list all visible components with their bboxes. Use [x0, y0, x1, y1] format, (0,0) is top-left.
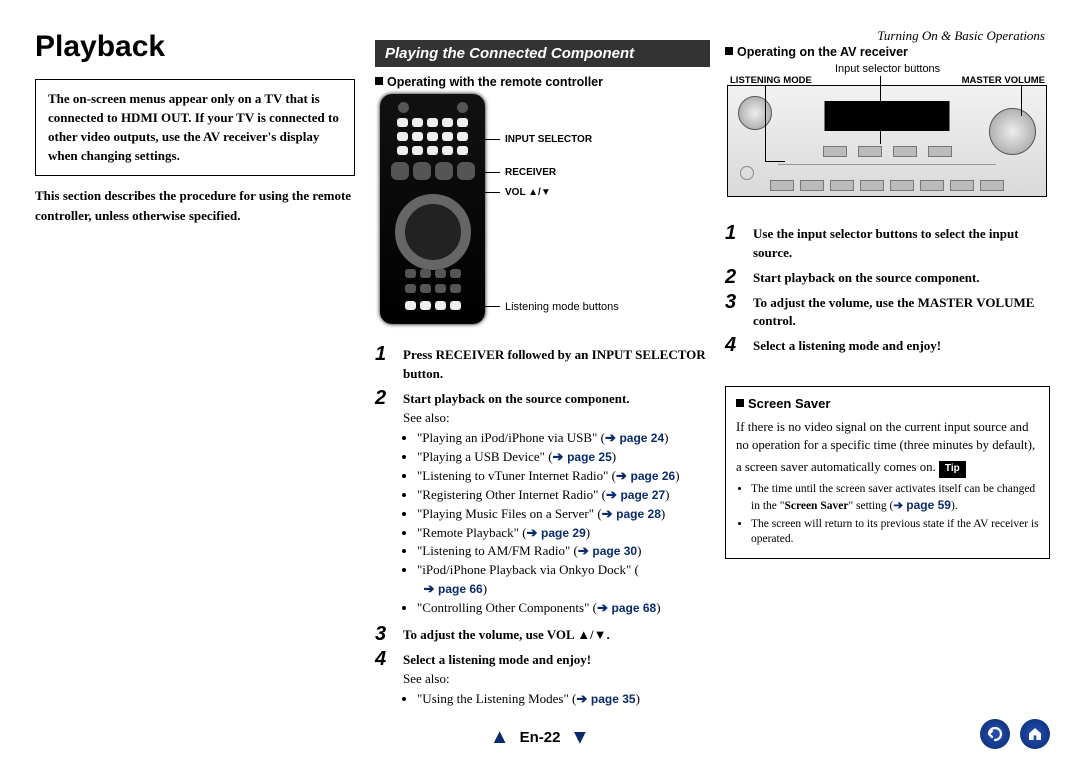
av-diagram: Input selector buttons LISTENING MODE MA…	[725, 63, 1050, 223]
next-page-icon[interactable]: ▲	[570, 726, 590, 749]
col-left: Playback The on-screen menus appear only…	[35, 30, 355, 225]
page-link[interactable]: page 26	[630, 469, 675, 483]
col-middle: Playing the Connected Component Operatin…	[375, 40, 710, 715]
page-link[interactable]: page 66	[438, 582, 483, 596]
callout-receiver: RECEIVER	[505, 167, 556, 178]
step-4: 4 Select a listening mode and enjoy! See…	[375, 649, 710, 712]
page-link[interactable]: page 25	[567, 450, 612, 464]
page-link[interactable]: page 59	[906, 498, 951, 512]
av-step-1: 1 Use the input selector buttons to sele…	[725, 223, 1050, 263]
callout-listening-mode: Listening mode buttons	[505, 301, 619, 313]
remote-diagram: INPUT SELECTOR RECEIVER VOL ▲/▼ Listenin…	[375, 94, 710, 344]
notice-box-2: This section describes the procedure for…	[35, 186, 355, 225]
step-1: 1 Press RECEIVER followed by an INPUT SE…	[375, 344, 710, 384]
step-3: 3 To adjust the volume, use VOL ▲/▼.	[375, 624, 710, 645]
page-link[interactable]: page 29	[541, 526, 586, 540]
av-step-3: 3 To adjust the volume, use the MASTER V…	[725, 292, 1050, 332]
page-link[interactable]: page 35	[591, 692, 636, 706]
footer: ▲ En-22 ▲	[0, 726, 1080, 749]
page-title: Playback	[35, 30, 355, 64]
back-button[interactable]	[980, 719, 1010, 749]
av-callout-input: Input selector buttons	[835, 63, 940, 75]
subhead-remote: Operating with the remote controller	[375, 75, 710, 89]
prev-page-icon[interactable]: ▲	[490, 726, 510, 749]
tip-label: Tip	[939, 461, 966, 478]
breadcrumb: Turning On & Basic Operations	[877, 28, 1045, 44]
section-header: Playing the Connected Component	[375, 40, 710, 67]
step-2: 2 Start playback on the source component…	[375, 388, 710, 620]
callout-vol: VOL ▲/▼	[505, 187, 551, 198]
page-number: En-22	[520, 729, 561, 746]
remote-body	[380, 94, 485, 324]
av-step-2: 2 Start playback on the source component…	[725, 267, 1050, 288]
page-link[interactable]: page 28	[616, 507, 661, 521]
page-link[interactable]: page 68	[611, 601, 656, 615]
page-link[interactable]: page 24	[619, 431, 664, 445]
col-right: Operating on the AV receiver Input selec…	[725, 45, 1050, 559]
screensaver-box: Screen Saver If there is no video signal…	[725, 386, 1050, 559]
av-step-4: 4 Select a listening mode and enjoy!	[725, 335, 1050, 356]
home-button[interactable]	[1020, 719, 1050, 749]
callout-input-selector: INPUT SELECTOR	[505, 134, 592, 145]
subhead-av: Operating on the AV receiver	[725, 45, 1050, 59]
notice-box-1: The on-screen menus appear only on a TV …	[35, 79, 355, 176]
page-link[interactable]: page 30	[592, 544, 637, 558]
page-link[interactable]: page 27	[620, 488, 665, 502]
